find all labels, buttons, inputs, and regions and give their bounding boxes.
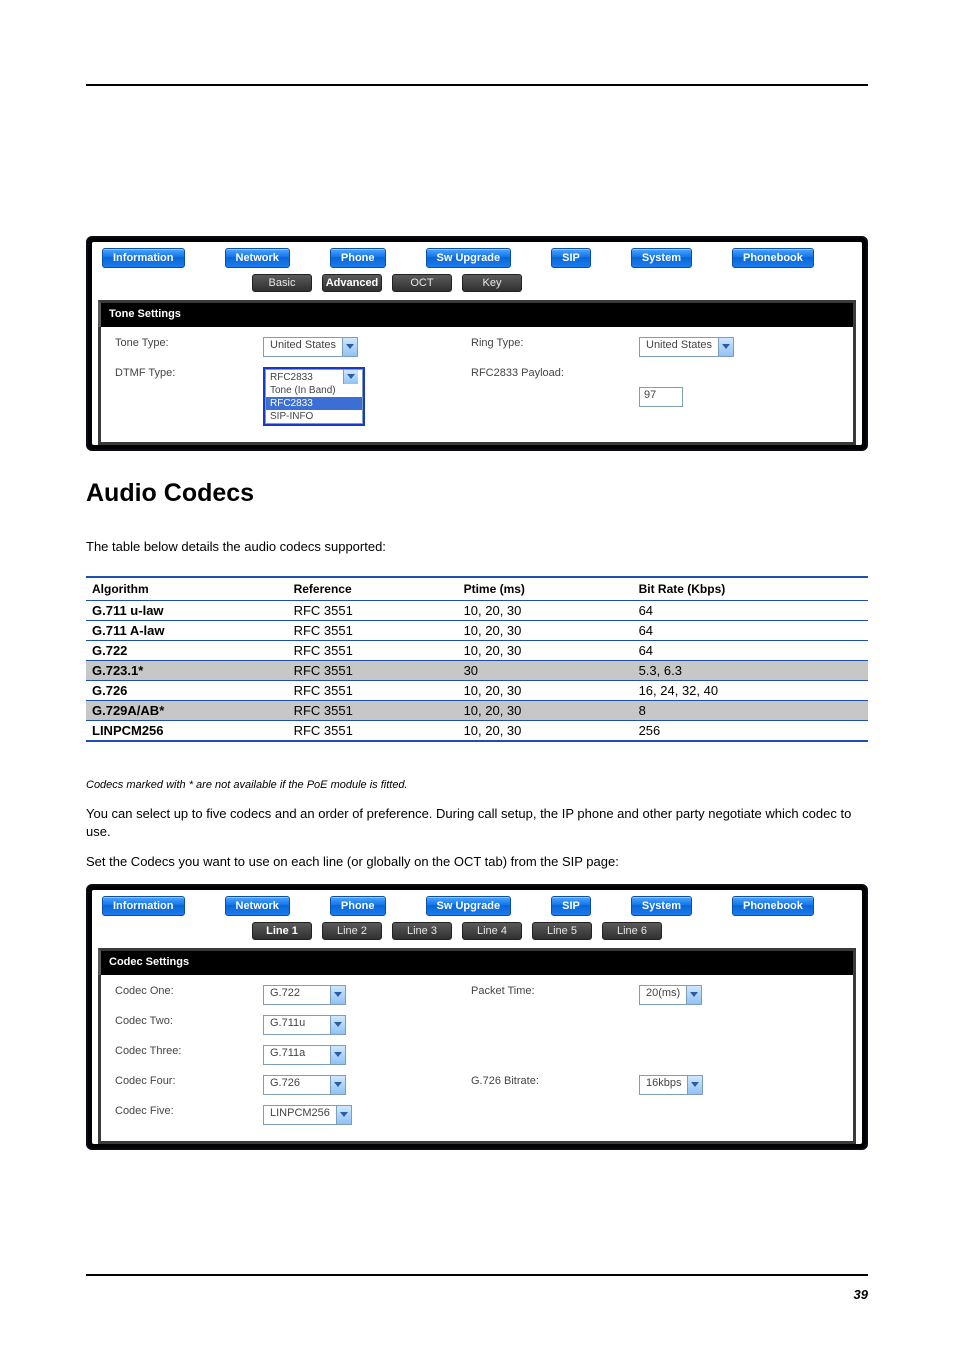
select-codec-one[interactable]: G.722 — [263, 985, 346, 1005]
th-reference: Reference — [288, 577, 458, 601]
select-codec-four[interactable]: G.726 — [263, 1075, 346, 1095]
tab-information[interactable]: Information — [102, 248, 185, 268]
tab-sw-upgrade[interactable]: Sw Upgrade — [426, 248, 512, 268]
select-codec-three-value: G.711a — [264, 1046, 330, 1064]
label-codec-three: Codec Three: — [115, 1045, 255, 1065]
chevron-down-icon — [718, 338, 733, 356]
subtab-line1[interactable]: Line 1 — [252, 922, 312, 940]
tab-sip[interactable]: SIP — [551, 248, 591, 268]
chevron-down-icon — [330, 986, 345, 1004]
tab-system[interactable]: System — [631, 896, 692, 916]
subtab-line3[interactable]: Line 3 — [392, 922, 452, 940]
chevron-down-icon — [342, 338, 357, 356]
text-codec-footnote: Codecs marked with * are not available i… — [86, 778, 868, 793]
th-algorithm: Algorithm — [86, 577, 288, 601]
page-footer-rule — [86, 1274, 868, 1276]
subtab-line6[interactable]: Line 6 — [602, 922, 662, 940]
heading-audio-codecs: Audio Codecs — [86, 479, 868, 508]
select-codec-five-value: LINPCM256 — [264, 1106, 336, 1124]
chevron-down-icon — [330, 1076, 345, 1094]
table-row: G.723.1* RFC 3551 30 5.3, 6.3 — [86, 660, 868, 680]
select-packet-time-value: 20(ms) — [640, 986, 686, 1004]
subtab-oct[interactable]: OCT — [392, 274, 452, 292]
tab-network[interactable]: Network — [225, 896, 290, 916]
input-rfc2833-payload[interactable]: 97 — [639, 387, 683, 407]
subtab-line5[interactable]: Line 5 — [532, 922, 592, 940]
select-codec-four-value: G.726 — [264, 1076, 330, 1094]
select-tone-type[interactable]: United States — [263, 337, 358, 357]
tab-information[interactable]: Information — [102, 896, 185, 916]
select-codec-two-value: G.711u — [264, 1016, 330, 1034]
subtab-line4[interactable]: Line 4 — [462, 922, 522, 940]
tab-phonebook[interactable]: Phonebook — [732, 248, 814, 268]
table-row: G.726 RFC 3551 10, 20, 30 16, 24, 32, 40 — [86, 680, 868, 700]
label-codec-one: Codec One: — [115, 985, 255, 1005]
chevron-down-icon — [686, 986, 701, 1004]
codec-settings-screenshot: Information Network Phone Sw Upgrade SIP… — [86, 884, 868, 1150]
chevron-down-icon — [330, 1046, 345, 1064]
subtab-key[interactable]: Key — [462, 274, 522, 292]
label-packet-time: Packet Time: — [471, 985, 631, 1005]
label-codec-five: Codec Five: — [115, 1105, 255, 1125]
select-ring-type-value: United States — [640, 338, 718, 356]
subtab-advanced[interactable]: Advanced — [322, 274, 382, 292]
select-dtmf-type[interactable]: RFC2833 Tone (In Band) RFC2833 SIP-INFO — [265, 369, 363, 424]
select-codec-three[interactable]: G.711a — [263, 1045, 346, 1065]
subtab-line2[interactable]: Line 2 — [322, 922, 382, 940]
tab-system[interactable]: System — [631, 248, 692, 268]
chevron-down-icon — [330, 1016, 345, 1034]
table-row: G.722 RFC 3551 10, 20, 30 64 — [86, 640, 868, 660]
label-ring-type: Ring Type: — [471, 337, 631, 357]
dtmf-option[interactable]: RFC2833 — [270, 371, 313, 384]
chevron-down-icon — [687, 1076, 702, 1094]
dtmf-option[interactable]: Tone (In Band) — [266, 384, 362, 397]
chevron-down-icon — [336, 1106, 351, 1124]
select-codec-one-value: G.722 — [264, 986, 330, 1004]
tab-phone[interactable]: Phone — [330, 896, 386, 916]
tab-network[interactable]: Network — [225, 248, 290, 268]
select-codec-two[interactable]: G.711u — [263, 1015, 346, 1035]
select-packet-time[interactable]: 20(ms) — [639, 985, 702, 1005]
page-number: 39 — [854, 1287, 868, 1302]
tab-sw-upgrade[interactable]: Sw Upgrade — [426, 896, 512, 916]
th-bitrate: Bit Rate (Kbps) — [633, 577, 868, 601]
label-codec-two: Codec Two: — [115, 1015, 255, 1035]
tab-sip[interactable]: SIP — [551, 896, 591, 916]
select-codec-five[interactable]: LINPCM256 — [263, 1105, 352, 1125]
select-g726-bitrate[interactable]: 16kbps — [639, 1075, 703, 1095]
tone-settings-screenshot: Information Network Phone Sw Upgrade SIP… — [86, 236, 868, 451]
table-row: G.729A/AB* RFC 3551 10, 20, 30 8 — [86, 700, 868, 720]
text-codec-body1: You can select up to five codecs and an … — [86, 805, 868, 840]
table-row: G.711 u-law RFC 3551 10, 20, 30 64 — [86, 600, 868, 620]
text-codec-body2: Set the Codecs you want to use on each l… — [86, 853, 868, 871]
table-row: G.711 A-law RFC 3551 10, 20, 30 64 — [86, 620, 868, 640]
select-tone-type-value: United States — [264, 338, 342, 356]
dtmf-highlight-outline: RFC2833 Tone (In Band) RFC2833 SIP-INFO — [263, 367, 365, 426]
codec-table: Algorithm Reference Ptime (ms) Bit Rate … — [86, 576, 868, 742]
tab-phonebook[interactable]: Phonebook — [732, 896, 814, 916]
label-dtmf-type: DTMF Type: — [115, 367, 255, 426]
page-top-rule — [86, 84, 868, 86]
th-ptime: Ptime (ms) — [458, 577, 633, 601]
label-rfc2833-payload: RFC2833 Payload: — [471, 367, 631, 426]
table-row: LINPCM256 RFC 3551 10, 20, 30 256 — [86, 720, 868, 741]
chevron-down-icon — [343, 370, 358, 384]
dtmf-option[interactable]: SIP-INFO — [266, 410, 362, 423]
dtmf-option-selected[interactable]: RFC2833 — [266, 397, 362, 410]
select-ring-type[interactable]: United States — [639, 337, 734, 357]
tab-phone[interactable]: Phone — [330, 248, 386, 268]
select-g726-bitrate-value: 16kbps — [640, 1076, 687, 1094]
subtab-basic[interactable]: Basic — [252, 274, 312, 292]
text-audio-intro: The table below details the audio codecs… — [86, 538, 868, 556]
label-tone-type: Tone Type: — [115, 337, 255, 357]
label-codec-four: Codec Four: — [115, 1075, 255, 1095]
label-g726-bitrate: G.726 Bitrate: — [471, 1075, 631, 1095]
